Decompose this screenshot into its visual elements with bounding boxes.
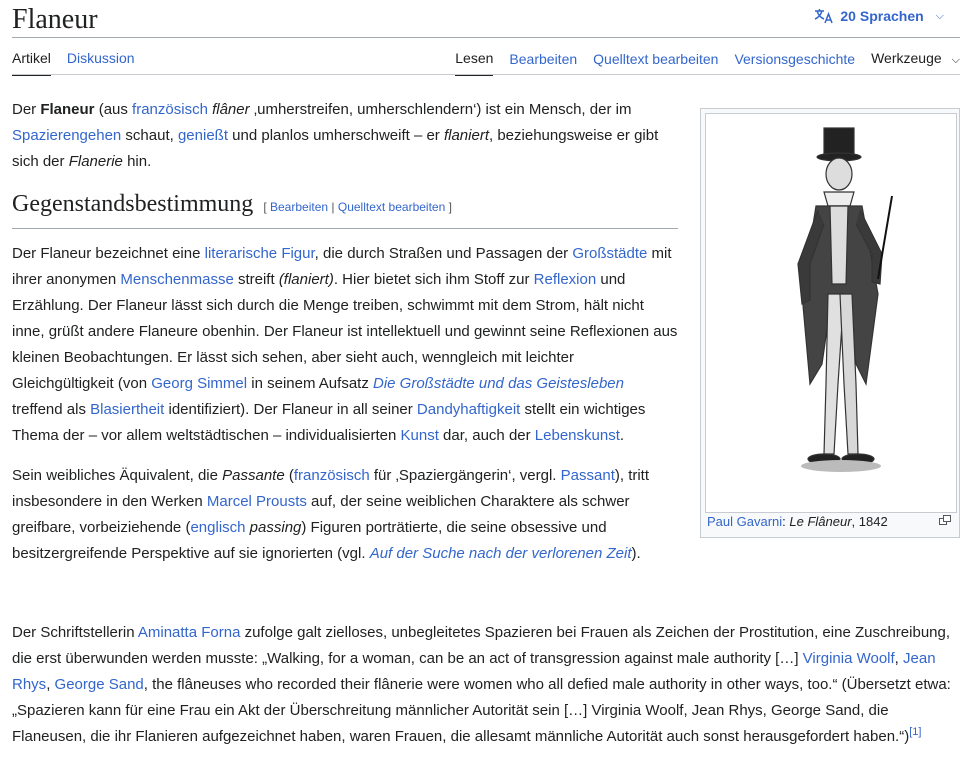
chevron-down-icon: ⌵ [951,54,960,66]
paragraph-2: Sein weibliches Äquivalent, die Passante… [12,463,678,567]
image-thumbnail: Paul Gavarni: Le Flâneur, 1842 [700,108,960,538]
text: in seinem Aufsatz [247,375,373,392]
text: Der Flaneur bezeichnet eine [12,245,205,262]
link-spazierengehen[interactable]: Spazierengehen [12,127,121,144]
link-passant[interactable]: Passant [561,467,615,484]
link-auf-der-suche[interactable]: Auf der Suche nach der verlorenen Zeit [370,545,632,562]
section-title: Gegenstandsbestimmung [12,191,254,217]
italic-term: flâner [212,101,250,118]
text: , the flâneuses who recorded their flâne… [12,676,951,745]
chevron-down-icon: ⌵ [935,9,944,22]
text: schaut, [121,127,178,144]
text: dar, auch der [438,427,535,444]
text: ‚umherstreifen, umherschlendern‘) ist ei… [249,101,632,118]
link-george-sand[interactable]: George Sand [55,676,144,693]
link-literarische-figur[interactable]: literarische Figur [205,245,315,262]
tools-label: Werkzeuge [871,50,942,66]
text: und planlos umherschweift – er [228,127,444,144]
link-grossstaedte-geistesleben[interactable]: Die Großstädte und das Geistesleben [373,375,624,392]
tab-bearbeiten[interactable]: Bearbeiten [509,51,577,75]
paragraph-1: Der Flaneur bezeichnet eine literarische… [12,241,678,449]
section-source-edit-link[interactable]: Quelltext bearbeiten [338,200,445,214]
intro-paragraph: Der Flaneur (aus französisch flâner ‚umh… [12,97,678,175]
flaneur-drawing [797,127,893,472]
link-dandyhaftigkeit[interactable]: Dandyhaftigkeit [417,401,520,418]
text: und Erzählung. Der Flaneur lässt sich du… [12,271,678,392]
text: . Hier bietet sich ihm Stoff zur [333,271,534,288]
link-menschenmasse[interactable]: Menschenmasse [120,271,233,288]
text: ( [284,467,294,484]
bold-term: Flaneur [40,101,95,118]
languages-label: 20 Sprachen [840,8,924,24]
link-virginia-woolf[interactable]: Virginia Woolf [803,650,895,667]
text: Der [12,101,41,118]
tab-quelltext-bearbeiten[interactable]: Quelltext bearbeiten [593,51,718,75]
reference-link[interactable]: [1] [909,726,921,738]
text: ). [631,545,641,562]
translate-icon [815,9,834,24]
paragraph-3: Der Schriftstellerin Aminatta Forna zufo… [12,620,960,750]
link-georg-simmel[interactable]: Georg Simmel [151,375,247,392]
image-caption: Paul Gavarni: Le Flâneur, 1842 [707,513,953,531]
link-paul-gavarni[interactable]: Paul Gavarni [707,514,782,529]
text: , 1842 [851,514,888,529]
link-geniesst[interactable]: genießt [178,127,228,144]
link-blasiertheit[interactable]: Blasiertheit [90,401,164,418]
languages-button[interactable]: 20 Sprachen ⌵ [814,8,944,24]
italic-term: Passante [222,467,285,484]
italic-term: flaniert [443,127,489,144]
italic-term: (flaniert) [278,271,334,288]
view-tabs: Lesen Bearbeiten Quelltext bearbeiten Ve… [455,50,960,76]
italic-term: passing [249,519,302,536]
tab-artikel[interactable]: Artikel [12,50,51,76]
link-englisch[interactable]: englisch [190,519,245,536]
text: treffend als [12,401,91,418]
italic-title: Le Flâneur [789,514,852,529]
flaneur-illustration[interactable] [705,113,957,513]
namespace-tabs: Artikel Diskussion [12,50,135,76]
title-divider [12,37,960,38]
tools-menu[interactable]: Werkzeuge ⌵ [871,50,960,76]
bracket: ] [448,200,452,214]
text: identifiziert). Der Flaneur in all seine… [164,401,417,418]
link-aminatta-forna[interactable]: Aminatta Forna [138,624,241,641]
article-content: Der Flaneur (aus französisch flâner ‚umh… [12,97,678,581]
tab-versionsgeschichte[interactable]: Versionsgeschichte [734,51,855,75]
text: Der Schriftstellerin [12,624,138,641]
bracket: [ [263,200,267,214]
tab-lesen[interactable]: Lesen [455,50,494,76]
text: hin. [122,153,152,170]
italic-term: Flanerie [68,153,123,170]
tab-diskussion[interactable]: Diskussion [67,50,135,76]
text: . [619,427,625,444]
link-kunst[interactable]: Kunst [401,427,439,444]
link-marcel-prousts[interactable]: Marcel Prousts [207,493,307,510]
section-heading: Gegenstandsbestimmung [ Bearbeiten | Quel… [12,189,678,229]
text: für ‚Spaziergängerin‘, vergl. [369,467,561,484]
tabs-divider [12,74,960,75]
text: , [894,650,904,667]
text: , die durch Straßen und Passagen der [314,245,573,262]
separator: | [331,200,335,214]
paragraph-3-container: Der Schriftstellerin Aminatta Forna zufo… [12,620,960,750]
link-reflexion[interactable]: Reflexion [534,271,597,288]
section-edit-links: [ Bearbeiten | Quelltext bearbeiten ] [263,200,452,214]
section-edit-link[interactable]: Bearbeiten [270,200,328,214]
link-lebenskunst[interactable]: Lebenskunst [535,427,620,444]
text: Sein weibliches Äquivalent, die [12,467,223,484]
text: (aus [94,101,133,118]
link-franzoesisch[interactable]: französisch [294,467,370,484]
link-franzoesisch[interactable]: französisch [132,101,208,118]
enlarge-icon[interactable] [939,515,951,525]
text: , [46,676,55,693]
text: streift [233,271,279,288]
page-title: Flaneur [12,4,98,35]
link-grossstaedte[interactable]: Großstädte [572,245,647,262]
